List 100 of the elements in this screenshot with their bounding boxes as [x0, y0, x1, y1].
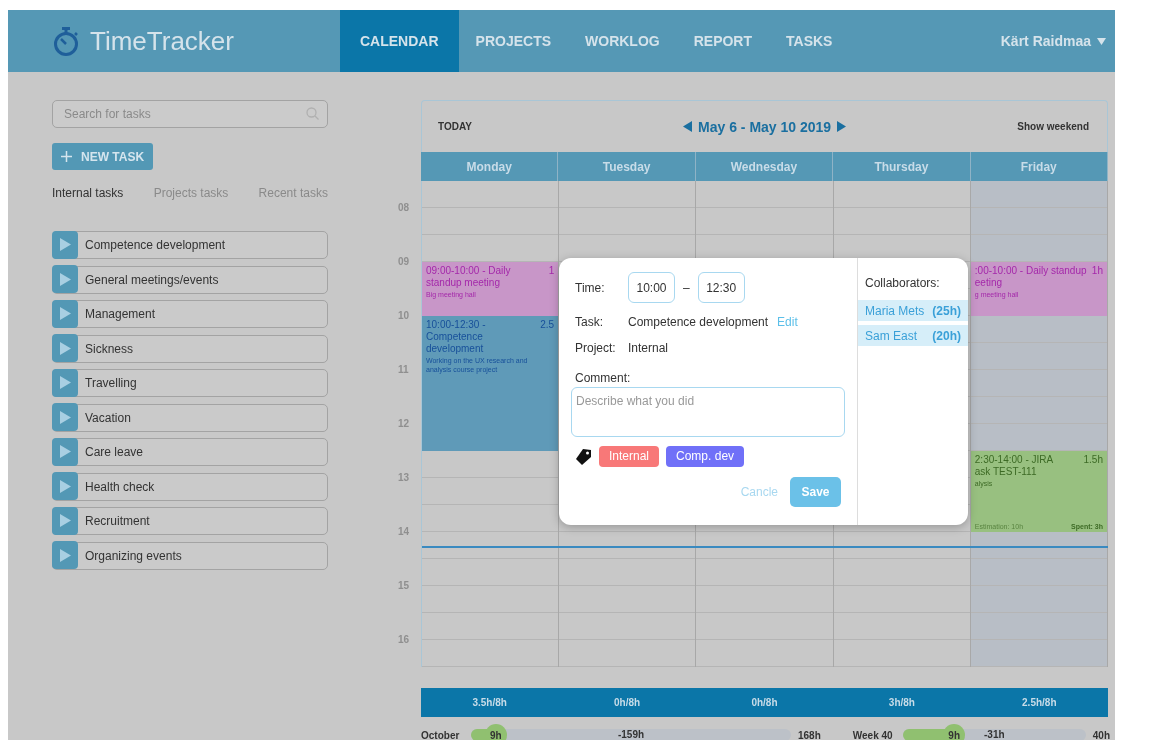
hour-label: 09	[398, 256, 410, 267]
task-name: Competence development	[85, 238, 226, 252]
show-weekend-button[interactable]: Show weekend	[1017, 121, 1089, 132]
play-button[interactable]	[52, 403, 78, 431]
play-button[interactable]	[52, 299, 78, 328]
task-name: Travelling	[85, 376, 137, 390]
play-button[interactable]	[52, 506, 78, 535]
play-button[interactable]	[52, 334, 78, 362]
event-duration: 1.5h	[1083, 454, 1103, 465]
save-button[interactable]: Save	[790, 477, 841, 507]
play-button[interactable]	[52, 230, 78, 259]
hour-label: 13	[398, 472, 410, 483]
nav-tab[interactable]: PROJECTS	[458, 10, 569, 72]
logged-hours-badge: 9h	[943, 724, 966, 740]
play-button[interactable]	[52, 368, 78, 397]
task-name: Organizing events	[85, 548, 182, 563]
play-button[interactable]	[52, 265, 78, 293]
nav-tab[interactable]: TASKS	[769, 10, 850, 72]
event-duration: 1h	[1091, 265, 1103, 276]
time-dash: –	[683, 280, 690, 295]
play-icon	[59, 410, 71, 424]
play-icon	[59, 445, 71, 458]
play-icon	[59, 341, 71, 355]
play-icon	[59, 376, 71, 389]
play-icon	[59, 307, 71, 320]
date-range: May 6 - May 10 2019	[698, 118, 832, 135]
play-icon	[59, 514, 71, 527]
collaborator-name: Sam East	[865, 328, 918, 343]
event-duration: 1	[548, 265, 555, 276]
play-icon	[59, 238, 71, 251]
end-time-field[interactable]: 12:30	[697, 272, 745, 303]
play-icon	[59, 272, 71, 286]
task-item[interactable]: Management	[52, 300, 328, 328]
edit-link[interactable]: Edit	[777, 315, 798, 329]
tag-label: Internal	[599, 446, 660, 467]
hour-label: 16	[398, 634, 410, 645]
collaborator-row[interactable]: Sam East (20h)	[858, 325, 968, 346]
task-name: Sickness	[85, 341, 134, 356]
event-title: 09:00-10:00 - Daily standup meeting	[426, 265, 511, 289]
play-icon	[59, 479, 71, 493]
remaining-hours: -31h	[984, 729, 1005, 740]
task-name: Vacation	[85, 410, 131, 425]
plus-icon	[61, 151, 72, 162]
task-item[interactable]: Care leave	[52, 438, 328, 466]
prev-week-button[interactable]	[683, 121, 693, 132]
task-name: Care leave	[85, 445, 144, 459]
task-item[interactable]: Travelling	[52, 369, 328, 397]
collaborator-row[interactable]: Maria Mets (25h)	[858, 300, 968, 321]
day-header: Monday	[421, 152, 559, 181]
field-label: Time:	[575, 280, 606, 295]
search-field[interactable]: Search for tasks	[52, 100, 328, 128]
hour-label: 10	[398, 310, 410, 321]
collaborator-hours: (20h)	[932, 328, 961, 343]
search-icon	[306, 107, 319, 120]
day-total: 0h/8h	[558, 688, 696, 717]
play-button[interactable]	[52, 437, 78, 466]
collaborators-heading: Collaborators:	[864, 276, 941, 290]
nav-tab[interactable]: CALENDAR	[340, 10, 459, 72]
field-label: Task:	[575, 315, 604, 329]
day-total: 3h/8h	[833, 688, 971, 717]
right-triangle-icon	[837, 121, 847, 132]
today-button[interactable]: TODAY	[438, 121, 472, 132]
task-item[interactable]: Organizing events	[52, 541, 328, 570]
stopwatch-icon	[52, 26, 80, 56]
task-item[interactable]: Recruitment	[52, 507, 328, 535]
total-hours: 40h	[1092, 729, 1111, 740]
task-tab[interactable]: Internal tasks	[52, 186, 124, 200]
task-item[interactable]: Sickness	[52, 334, 328, 363]
comment-field[interactable]: Describe what you did	[571, 387, 845, 437]
field-label: Comment:	[575, 371, 631, 385]
new-task-button[interactable]: NEW TASK	[52, 143, 153, 170]
next-week-button[interactable]	[837, 121, 847, 132]
nav-tab[interactable]: WORKLOG	[568, 10, 677, 72]
event-title: :00-10:00 - Daily standup eeting	[974, 265, 1087, 289]
start-time-field[interactable]: 10:00	[628, 272, 675, 303]
day-header: Thursday	[833, 152, 971, 181]
nav-tab[interactable]: REPORT	[676, 10, 770, 72]
progress-label: Week 40	[852, 729, 894, 740]
task-item[interactable]: Health check	[52, 472, 328, 501]
tag-icon	[575, 447, 592, 466]
day-header: Tuesday	[558, 152, 696, 181]
task-value: Competence development	[628, 315, 769, 329]
task-name: Management	[85, 307, 156, 321]
logged-hours-badge: 9h	[484, 724, 507, 740]
day-header: Wednesday	[695, 152, 834, 181]
task-tab[interactable]: Recent tasks	[258, 186, 328, 200]
field-label: Project:	[575, 341, 617, 355]
task-tab[interactable]: Projects tasks	[153, 186, 229, 200]
task-item[interactable]: Competence development	[52, 231, 328, 259]
event-title: 10:00-12:30 - Competence development	[426, 319, 486, 355]
day-header: Friday	[970, 152, 1108, 181]
play-button[interactable]	[52, 541, 78, 569]
total-hours: 168h	[798, 729, 821, 740]
task-item[interactable]: Vacation	[52, 403, 328, 432]
play-button[interactable]	[52, 472, 78, 500]
task-item[interactable]: General meetings/events	[52, 265, 328, 294]
task-name: Health check	[85, 479, 155, 494]
user-menu[interactable]: Kärt Raidmaa	[1000, 33, 1091, 49]
event-duration: 2.5	[540, 319, 555, 330]
caret-icon	[1097, 37, 1106, 45]
